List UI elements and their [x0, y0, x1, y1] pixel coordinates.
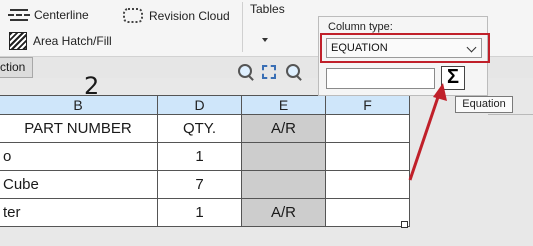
tables-dropdown-icon[interactable]: [262, 38, 268, 42]
table-cell[interactable]: [325, 114, 410, 143]
table-cell[interactable]: o: [0, 142, 158, 171]
table-cell[interactable]: PART NUMBER: [0, 114, 158, 143]
tab-section[interactable]: ction: [0, 57, 33, 78]
zoom-in-out-icon[interactable]: [284, 63, 302, 81]
centerline-button[interactable]: Centerline: [8, 8, 89, 22]
area-hatch-label: Area Hatch/Fill: [33, 34, 112, 48]
centerline-icon: [8, 9, 30, 21]
zoom-to-fit-icon[interactable]: [260, 63, 278, 81]
table-cell[interactable]: A/R: [241, 114, 326, 143]
ribbon-divider: [242, 2, 243, 52]
table-cell[interactable]: A/R: [241, 198, 326, 227]
column-header-f[interactable]: F: [325, 95, 410, 115]
column-header-row: B D E F: [0, 95, 410, 115]
column-header-b[interactable]: B: [0, 95, 158, 115]
column-header-e[interactable]: E: [241, 95, 326, 115]
zoom-to-area-icon[interactable]: [236, 63, 254, 81]
table-cell[interactable]: [241, 142, 326, 171]
table-cell[interactable]: 1: [157, 142, 242, 171]
equation-tooltip: Equation: [455, 96, 513, 113]
tables-group-label[interactable]: Tables: [250, 2, 285, 16]
table-row: o 1: [0, 142, 410, 171]
table-row: ter 1 A/R: [0, 198, 410, 227]
area-hatch-button[interactable]: Area Hatch/Fill: [9, 32, 112, 50]
table-cell[interactable]: ter: [0, 198, 158, 227]
highlight-box: [320, 33, 490, 63]
divider-line: [488, 114, 533, 115]
revision-cloud-icon: [123, 8, 143, 23]
table-resize-handle[interactable]: [401, 221, 408, 228]
table-cell[interactable]: [325, 142, 410, 171]
revision-cloud-label: Revision Cloud: [149, 8, 230, 23]
table-cell[interactable]: 1: [157, 198, 242, 227]
column-type-label: Column type:: [328, 21, 393, 33]
table-cell[interactable]: [241, 170, 326, 199]
area-hatch-icon: [9, 32, 27, 50]
column-header-d[interactable]: D: [157, 95, 242, 115]
table-row: Cube 7: [0, 170, 410, 199]
table-cell[interactable]: Cube: [0, 170, 158, 199]
table-cell[interactable]: QTY.: [157, 114, 242, 143]
table-cell[interactable]: [325, 198, 410, 227]
bom-table[interactable]: B D E F PART NUMBER QTY. A/R o 1 Cube 7 …: [0, 95, 410, 227]
centerline-label: Centerline: [34, 8, 89, 22]
formula-input[interactable]: [326, 68, 435, 89]
revision-cloud-button[interactable]: Revision Cloud: [123, 8, 230, 23]
view-toolbar: [236, 63, 302, 81]
table-row: PART NUMBER QTY. A/R: [0, 114, 410, 143]
table-cell[interactable]: 7: [157, 170, 242, 199]
equation-button[interactable]: Σ: [441, 66, 465, 90]
table-cell[interactable]: [325, 170, 410, 199]
